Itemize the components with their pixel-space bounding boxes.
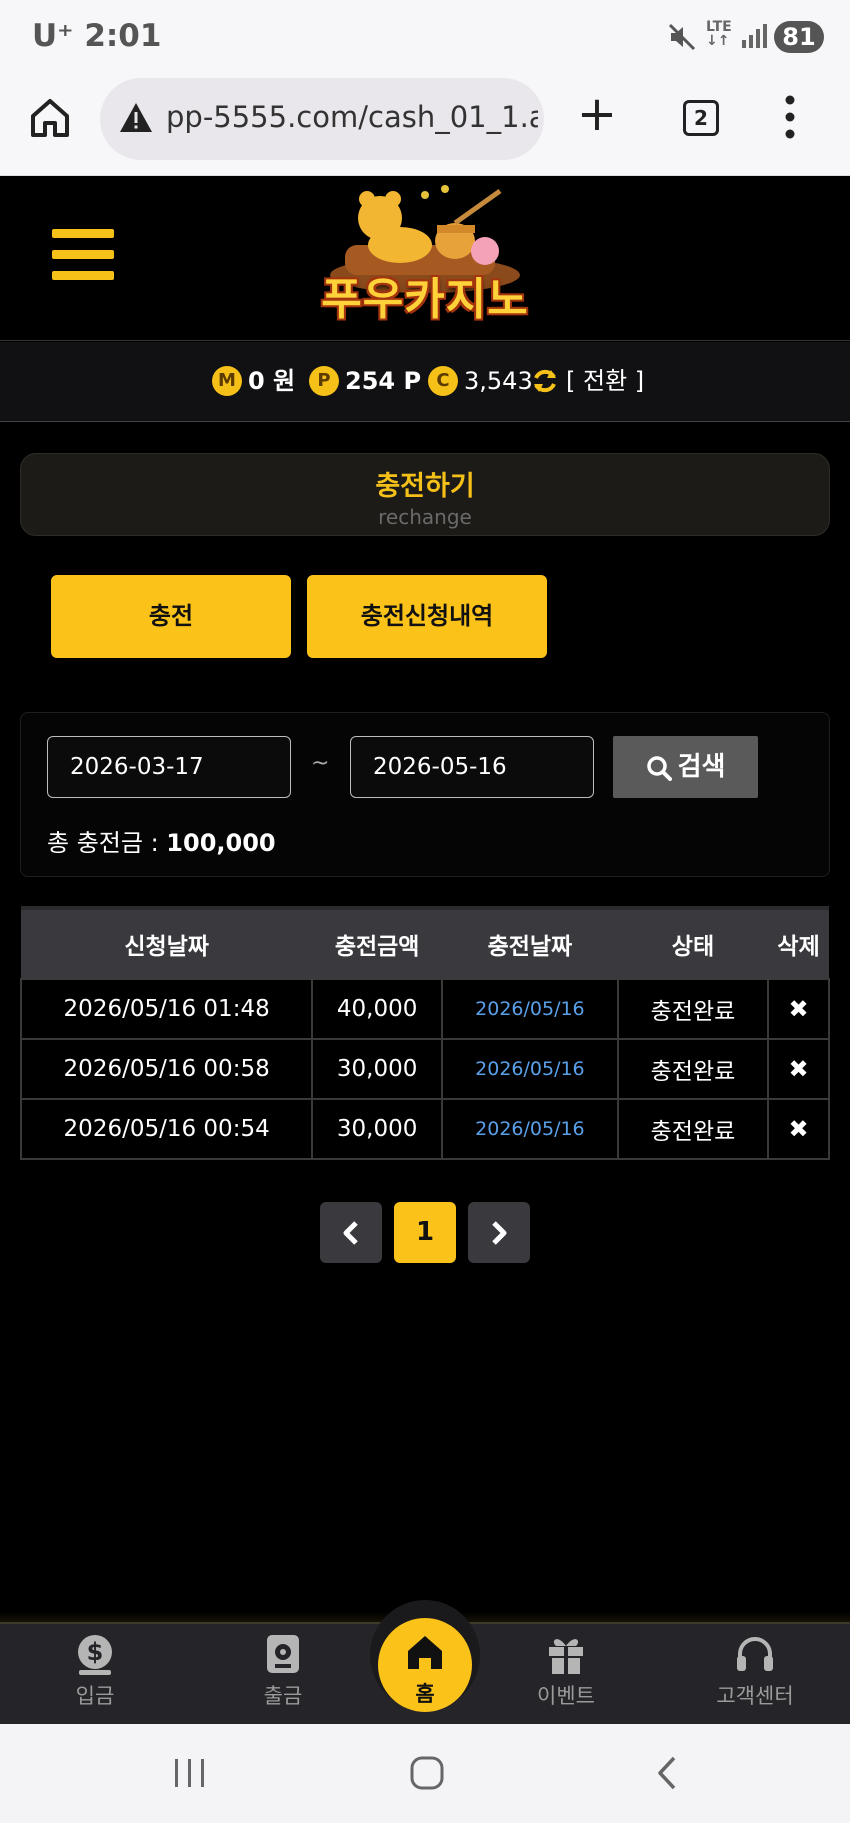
new-tab-button[interactable]: + xyxy=(576,90,618,138)
request-date-cell: 2026/05/16 00:54 xyxy=(19,1098,314,1160)
table-header-row: 신청날짜 충전금액 충전날짜 상태 삭제 xyxy=(21,906,829,979)
amount-cell: 30,000 xyxy=(311,1098,444,1160)
browser-toolbar: pp-5555.com/cash_01_1.as + 2 xyxy=(0,72,850,176)
nav-home[interactable]: 홈 xyxy=(378,1618,472,1712)
point-coin-icon: P xyxy=(309,366,339,396)
casino-coin-icon: C xyxy=(428,366,458,396)
search-button-label: 검색 xyxy=(677,752,726,782)
tab-charge[interactable]: 충전 xyxy=(51,575,291,658)
tab-count-button[interactable]: 2 xyxy=(683,100,719,136)
header-delete: 삭제 xyxy=(768,906,829,979)
dollar-icon: $ xyxy=(78,1635,112,1675)
nav-event[interactable]: 이벤트 xyxy=(496,1632,636,1710)
prev-page-button[interactable] xyxy=(320,1202,382,1263)
search-button[interactable]: 검색 xyxy=(613,736,758,798)
page-number-button[interactable]: 1 xyxy=(394,1202,456,1263)
nav-deposit[interactable]: $ 입금 xyxy=(25,1632,165,1710)
charge-history-table: 신청날짜 충전금액 충전날짜 상태 삭제 2026/05/16 01:48 40… xyxy=(19,906,830,1160)
balance-bar: M 0 원 P 254 P C 3,543 [ 전환 ] xyxy=(0,342,850,422)
site-header: 푸우카지노 xyxy=(0,177,850,341)
search-icon xyxy=(646,755,672,781)
amount-cell: 30,000 xyxy=(311,1038,444,1100)
header-status: 상태 xyxy=(617,906,769,979)
nav-deposit-label: 입금 xyxy=(75,1684,115,1708)
status-cell: 충전완료 xyxy=(616,1098,770,1160)
status-cell: 충전완료 xyxy=(616,978,770,1040)
page-title: 충전하기 xyxy=(375,471,475,502)
chevron-left-icon xyxy=(343,1220,358,1245)
system-home-icon[interactable] xyxy=(408,1754,446,1792)
delete-icon[interactable]: ✖ xyxy=(767,1038,830,1100)
signal-icon xyxy=(742,24,767,48)
warning-icon[interactable] xyxy=(118,100,154,136)
network-type: LTE ↓↑ xyxy=(706,19,732,49)
delete-icon[interactable]: ✖ xyxy=(767,978,830,1040)
end-date-input[interactable]: 2026-05-16 xyxy=(350,736,594,798)
table-row: 2026/05/16 01:48 40,000 2026/05/16 충전완료 … xyxy=(19,978,830,1040)
battery-indicator: 81 xyxy=(774,21,824,53)
header-charge-date: 충전날짜 xyxy=(442,906,618,979)
delete-icon[interactable]: ✖ xyxy=(767,1098,830,1160)
casino-balance: 3,543 xyxy=(464,367,533,395)
money-coin-icon: M xyxy=(212,366,242,396)
logo-text: 푸우카지노 xyxy=(321,274,529,325)
system-back-icon[interactable] xyxy=(652,1754,680,1792)
charge-date-cell: 2026/05/16 xyxy=(441,1098,619,1160)
gift-icon xyxy=(549,1639,583,1674)
svg-text:$: $ xyxy=(87,1638,104,1666)
nav-home-label: 홈 xyxy=(415,1682,435,1706)
table-row: 2026/05/16 00:54 30,000 2026/05/16 충전완료 … xyxy=(19,1098,830,1160)
nav-withdraw-label: 출금 xyxy=(263,1684,303,1708)
page-title-panel: 충전하기 rechange xyxy=(20,453,830,536)
more-menu-icon[interactable] xyxy=(782,94,798,140)
page-subtitle: rechange xyxy=(378,505,472,529)
header-amount: 충전금액 xyxy=(312,906,443,979)
point-balance: 254 P xyxy=(345,367,422,395)
total-charge-value: 100,000 xyxy=(166,829,276,857)
next-page-button[interactable] xyxy=(468,1202,530,1263)
home-icon xyxy=(408,1636,442,1669)
request-date-cell: 2026/05/16 01:48 xyxy=(19,978,314,1040)
menu-icon[interactable] xyxy=(52,229,114,283)
table-row: 2026/05/16 00:58 30,000 2026/05/16 충전완료 … xyxy=(19,1038,830,1100)
money-balance: 0 원 xyxy=(248,367,296,395)
system-nav-bar xyxy=(0,1724,850,1823)
convert-button[interactable]: [ 전환 ] xyxy=(566,366,644,396)
tab-charge-history[interactable]: 충전신청내역 xyxy=(307,575,547,658)
start-date-input[interactable]: 2026-03-17 xyxy=(47,736,291,798)
refresh-icon[interactable] xyxy=(530,366,560,396)
page: U⁺ 2:01 LTE ↓↑ 81 pp-5555.com/cash_01_1.a… xyxy=(0,0,850,1823)
mute-icon xyxy=(668,23,696,51)
headset-icon xyxy=(737,1637,773,1671)
status-bar: U⁺ 2:01 LTE ↓↑ 81 xyxy=(0,0,850,72)
browser-home-icon[interactable] xyxy=(28,96,72,140)
recent-apps-icon[interactable] xyxy=(172,1756,208,1790)
total-charge-label: 총 충전금 : xyxy=(47,829,167,857)
carrier-time: U⁺ 2:01 xyxy=(32,18,162,54)
address-bar[interactable]: pp-5555.com/cash_01_1.as xyxy=(100,78,544,160)
nav-support-label: 고객센터 xyxy=(716,1684,794,1708)
nav-withdraw[interactable]: 출금 xyxy=(213,1632,353,1710)
total-charge: 총 충전금 : 100,000 xyxy=(47,823,276,858)
charge-date-cell: 2026/05/16 xyxy=(441,978,619,1040)
safe-icon xyxy=(267,1635,299,1673)
chevron-right-icon xyxy=(492,1220,507,1245)
nav-support[interactable]: 고객센터 xyxy=(685,1632,825,1710)
header-request-date: 신청날짜 xyxy=(21,906,313,979)
search-panel: 2026-03-17 ~ 2026-05-16 검색 총 충전금 : 100,0… xyxy=(20,712,830,877)
request-date-cell: 2026/05/16 00:58 xyxy=(19,1038,314,1100)
url-text[interactable]: pp-5555.com/cash_01_1.as xyxy=(166,100,538,134)
charge-date-cell: 2026/05/16 xyxy=(441,1038,619,1100)
site-logo[interactable]: 푸우카지노 xyxy=(305,183,545,333)
amount-cell: 40,000 xyxy=(311,978,444,1040)
date-range-separator: ~ xyxy=(311,751,330,776)
status-cell: 충전완료 xyxy=(616,1038,770,1100)
nav-event-label: 이벤트 xyxy=(537,1684,595,1708)
